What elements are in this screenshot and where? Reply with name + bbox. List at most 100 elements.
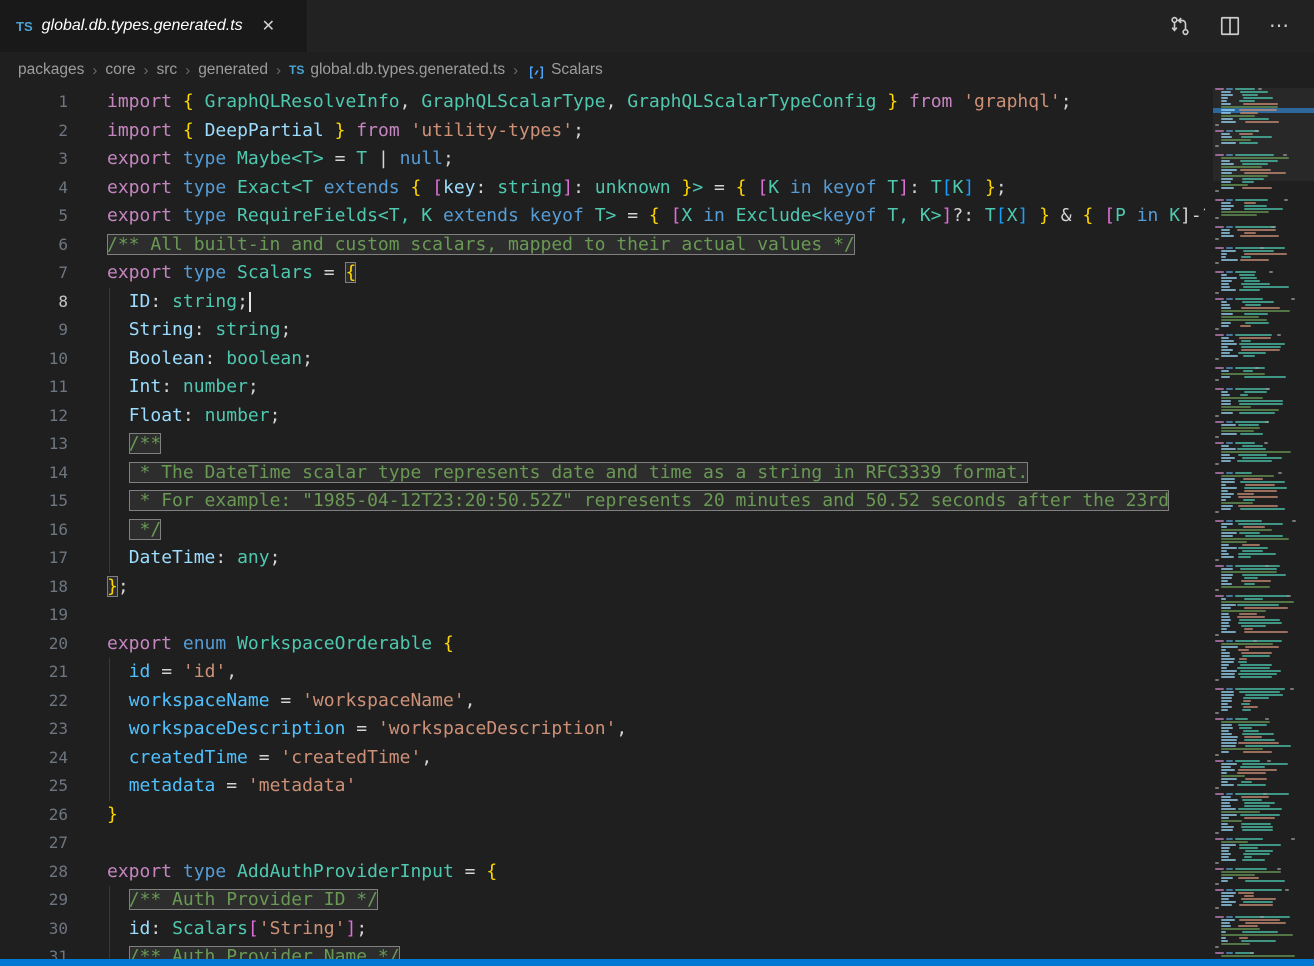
more-actions-icon[interactable]: ⋯ <box>1268 14 1292 38</box>
breadcrumb-item-src[interactable]: src <box>157 61 178 79</box>
tab-bar: TS global.db.types.generated.ts ✕ <box>0 0 1314 52</box>
breadcrumb-item-symbol[interactable]: Scalars <box>551 61 603 79</box>
code-text: import { GraphQLResolveInfo, GraphQLScal… <box>68 88 1205 117</box>
minimap-row <box>1213 937 1314 939</box>
minimap-row <box>1213 700 1314 702</box>
minimap-row <box>1213 745 1314 747</box>
minimap-row <box>1213 742 1314 744</box>
minimap-row <box>1213 769 1314 771</box>
code-line[interactable]: 2import { DeepPartial } from 'utility-ty… <box>0 117 1205 146</box>
minimap-row <box>1213 262 1314 264</box>
breadcrumb-item-generated[interactable]: generated <box>198 61 268 79</box>
code-line[interactable]: 5export type RequireFields<T, K extends … <box>0 202 1205 231</box>
minimap-row <box>1213 313 1314 315</box>
minimap-row <box>1213 841 1314 843</box>
minimap-row <box>1213 877 1314 879</box>
text-cursor <box>249 292 251 312</box>
matched-bracket: /** All built-in and custom scalars, map… <box>107 234 855 255</box>
code-line[interactable]: 7export type Scalars = { <box>0 259 1205 288</box>
code-editor[interactable]: 1import { GraphQLResolveInfo, GraphQLSca… <box>0 88 1205 959</box>
indent-guide <box>109 772 110 801</box>
code-text: * The DateTime scalar type represents da… <box>68 459 1205 488</box>
minimap-row <box>1213 706 1314 708</box>
minimap-row <box>1213 118 1314 120</box>
code-line[interactable]: 19 <box>0 601 1205 630</box>
code-line[interactable]: 16 */ <box>0 516 1205 545</box>
code-text: export type RequireFields<T, K extends k… <box>68 202 1205 231</box>
code-line[interactable]: 29 /** Auth Provider ID */ <box>0 886 1205 915</box>
minimap-row <box>1213 793 1314 795</box>
minimap-row <box>1213 847 1314 849</box>
code-line[interactable]: 20export enum WorkspaceOrderable { <box>0 630 1205 659</box>
minimap-row <box>1213 748 1314 750</box>
split-editor-icon[interactable] <box>1218 14 1242 38</box>
minimap-row <box>1213 214 1314 216</box>
minimap-row <box>1213 286 1314 288</box>
code-line[interactable]: 24 createdTime = 'createdTime', <box>0 744 1205 773</box>
minimap-row <box>1213 523 1314 525</box>
minimap-row <box>1213 424 1314 426</box>
line-number: 7 <box>0 259 68 288</box>
code-line[interactable]: 21 id = 'id', <box>0 658 1205 687</box>
tab-title: global.db.types.generated.ts <box>42 17 243 35</box>
breadcrumb-item-packages[interactable]: packages <box>18 61 84 79</box>
close-tab-icon[interactable]: ✕ <box>258 15 279 37</box>
minimap-row <box>1213 115 1314 117</box>
code-line[interactable]: 25 metadata = 'metadata' <box>0 772 1205 801</box>
minimap-row <box>1213 655 1314 657</box>
code-line[interactable]: 8 ID: string; <box>0 288 1205 317</box>
code-line[interactable]: 15 * For example: "1985-04-12T23:20:50.5… <box>0 487 1205 516</box>
code-line[interactable]: 22 workspaceName = 'workspaceName', <box>0 687 1205 716</box>
minimap-row <box>1213 832 1314 834</box>
code-line[interactable]: 27 <box>0 829 1205 858</box>
code-line[interactable]: 4export type Exact<T extends { [key: str… <box>0 174 1205 203</box>
line-number: 4 <box>0 174 68 203</box>
line-number: 9 <box>0 316 68 345</box>
code-line[interactable]: 13 /** <box>0 430 1205 459</box>
code-line[interactable]: 17 DateTime: any; <box>0 544 1205 573</box>
minimap-row <box>1213 829 1314 831</box>
minimap-row <box>1213 544 1314 546</box>
minimap-row <box>1213 817 1314 819</box>
code-line[interactable]: 23 workspaceDescription = 'workspaceDesc… <box>0 715 1205 744</box>
minimap-row <box>1213 304 1314 306</box>
code-line[interactable]: 12 Float: number; <box>0 402 1205 431</box>
minimap-row <box>1213 559 1314 561</box>
code-line[interactable]: 1import { GraphQLResolveInfo, GraphQLSca… <box>0 88 1205 117</box>
minimap[interactable] <box>1213 88 1314 959</box>
typescript-file-icon: TS <box>289 63 304 77</box>
symbol-variable-icon <box>528 64 545 81</box>
breadcrumb-item-core[interactable]: core <box>105 61 135 79</box>
code-line[interactable]: 6/** All built-in and custom scalars, ma… <box>0 231 1205 260</box>
tab-global-db-types[interactable]: TS global.db.types.generated.ts ✕ <box>0 0 308 52</box>
code-line[interactable]: 26} <box>0 801 1205 830</box>
line-number: 29 <box>0 886 68 915</box>
status-bar <box>0 959 1314 966</box>
breadcrumb-item-file[interactable]: global.db.types.generated.ts <box>310 61 505 79</box>
minimap-row <box>1213 826 1314 828</box>
code-line[interactable]: 18}; <box>0 573 1205 602</box>
code-line[interactable]: 10 Boolean: boolean; <box>0 345 1205 374</box>
code-line[interactable]: 28export type AddAuthProviderInput = { <box>0 858 1205 887</box>
minimap-row <box>1213 712 1314 714</box>
minimap-row <box>1213 112 1314 114</box>
open-changes-icon[interactable] <box>1168 14 1192 38</box>
minimap-row <box>1213 868 1314 870</box>
indent-guide <box>109 316 110 345</box>
code-line[interactable]: 11 Int: number; <box>0 373 1205 402</box>
line-number: 13 <box>0 430 68 459</box>
code-line[interactable]: 14 * The DateTime scalar type represents… <box>0 459 1205 488</box>
code-line[interactable]: 9 String: string; <box>0 316 1205 345</box>
minimap-row <box>1213 739 1314 741</box>
code-text: import { DeepPartial } from 'utility-typ… <box>68 117 1205 146</box>
code-line[interactable]: 30 id: Scalars['String']; <box>0 915 1205 944</box>
code-line[interactable]: 31 /** Auth Provider Name */ <box>0 943 1205 959</box>
minimap-row <box>1213 280 1314 282</box>
minimap-row <box>1213 232 1314 234</box>
matched-bracket: { <box>345 262 356 283</box>
minimap-row <box>1213 442 1314 444</box>
code-line[interactable]: 3export type Maybe<T> = T | null; <box>0 145 1205 174</box>
minimap-row <box>1213 184 1314 186</box>
line-number: 11 <box>0 373 68 402</box>
code-text: workspaceName = 'workspaceName', <box>68 687 1205 716</box>
